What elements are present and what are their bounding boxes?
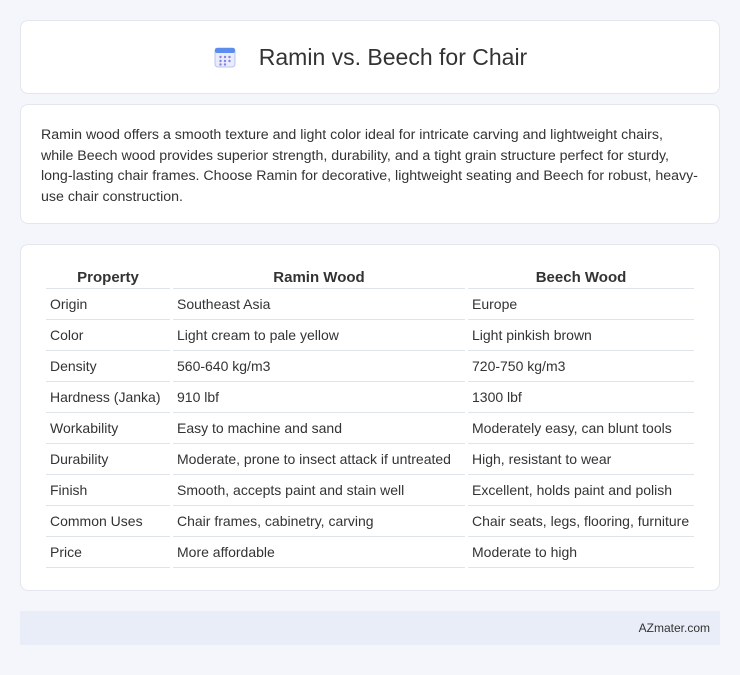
title-card: Ramin vs. Beech for Chair [20, 20, 720, 94]
table-row: Hardness (Janka) 910 lbf 1300 lbf [46, 382, 694, 413]
cell-beech: Excellent, holds paint and polish [468, 475, 694, 506]
table-row: Origin Southeast Asia Europe [46, 289, 694, 320]
cell-beech: Chair seats, legs, flooring, furniture [468, 506, 694, 537]
footer-site-link[interactable]: AZmater.com [639, 621, 710, 635]
cell-property: Common Uses [46, 506, 170, 537]
cell-ramin: Southeast Asia [173, 289, 465, 320]
table-row: Price More affordable Moderate to high [46, 537, 694, 568]
cell-property: Hardness (Janka) [46, 382, 170, 413]
column-header-property: Property [46, 265, 170, 289]
cell-property: Finish [46, 475, 170, 506]
cell-ramin: Light cream to pale yellow [173, 320, 465, 351]
table-row: Common Uses Chair frames, cabinetry, car… [46, 506, 694, 537]
footer-bar: AZmater.com [20, 611, 720, 645]
cell-property: Color [46, 320, 170, 351]
cell-beech: Moderately easy, can blunt tools [468, 413, 694, 444]
table-header-row: Property Ramin Wood Beech Wood [46, 265, 694, 289]
cell-ramin: Chair frames, cabinetry, carving [173, 506, 465, 537]
column-header-ramin: Ramin Wood [173, 265, 465, 289]
summary-card: Ramin wood offers a smooth texture and l… [20, 104, 720, 224]
cell-ramin: More affordable [173, 537, 465, 568]
table-row: Workability Easy to machine and sand Mod… [46, 413, 694, 444]
cell-ramin: 910 lbf [173, 382, 465, 413]
cell-beech: High, resistant to wear [468, 444, 694, 475]
calendar-icon [213, 45, 237, 69]
cell-beech: Light pinkish brown [468, 320, 694, 351]
cell-ramin: 560-640 kg/m3 [173, 351, 465, 382]
cell-property: Workability [46, 413, 170, 444]
table-row: Durability Moderate, prone to insect att… [46, 444, 694, 475]
cell-ramin: Moderate, prone to insect attack if untr… [173, 444, 465, 475]
summary-text: Ramin wood offers a smooth texture and l… [41, 127, 698, 205]
cell-beech: 720-750 kg/m3 [468, 351, 694, 382]
cell-beech: Europe [468, 289, 694, 320]
cell-property: Origin [46, 289, 170, 320]
table-row: Color Light cream to pale yellow Light p… [46, 320, 694, 351]
cell-beech: 1300 lbf [468, 382, 694, 413]
cell-property: Price [46, 537, 170, 568]
table-row: Density 560-640 kg/m3 720-750 kg/m3 [46, 351, 694, 382]
comparison-table: Property Ramin Wood Beech Wood Origin So… [43, 265, 697, 568]
cell-beech: Moderate to high [468, 537, 694, 568]
cell-ramin: Smooth, accepts paint and stain well [173, 475, 465, 506]
comparison-card: Property Ramin Wood Beech Wood Origin So… [20, 244, 720, 591]
cell-ramin: Easy to machine and sand [173, 413, 465, 444]
table-row: Finish Smooth, accepts paint and stain w… [46, 475, 694, 506]
column-header-beech: Beech Wood [468, 265, 694, 289]
cell-property: Durability [46, 444, 170, 475]
cell-property: Density [46, 351, 170, 382]
page-title: Ramin vs. Beech for Chair [258, 43, 528, 70]
